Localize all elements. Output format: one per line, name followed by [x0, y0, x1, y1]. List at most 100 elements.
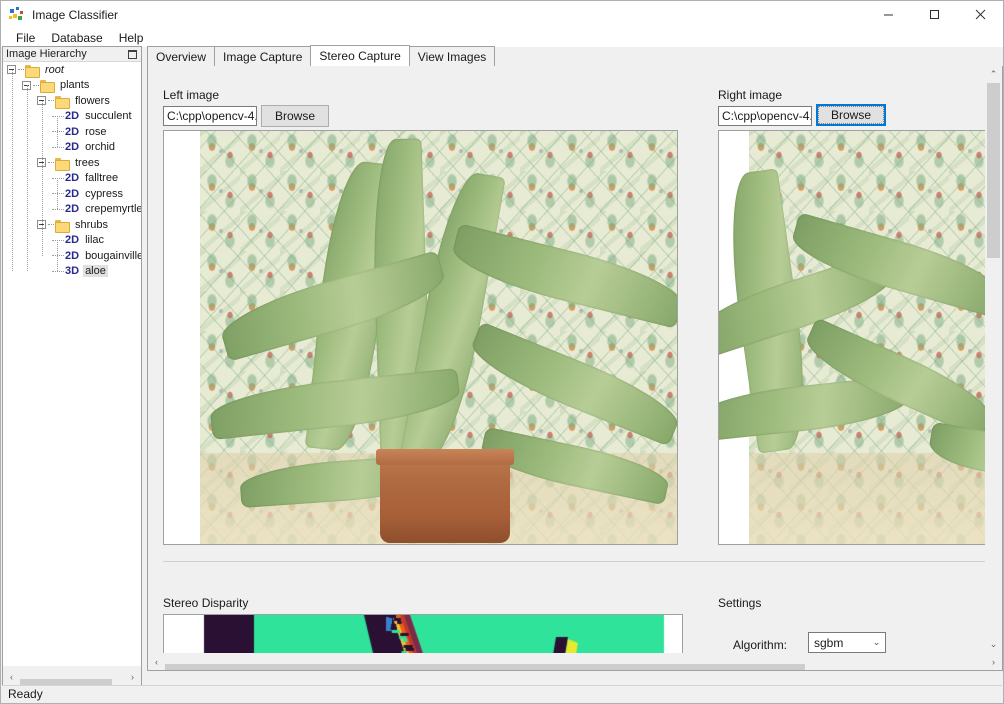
tree-node-shrubs[interactable]: shrubs [3, 217, 141, 233]
tree-node-label: shrubs [75, 218, 109, 231]
tree-connector [52, 146, 64, 148]
settings-title: Settings [718, 596, 762, 610]
tree-node-succulent[interactable]: 2D succulent [3, 109, 141, 125]
pane-scroll-down-arrow[interactable]: ⌄ [985, 636, 1002, 653]
pane-scroll-up-arrow[interactable]: ⌃ [985, 66, 1002, 83]
tree-connector [52, 270, 64, 272]
tree-guide-line [57, 178, 58, 210]
tree-node-root[interactable]: root [3, 62, 141, 78]
tree-connector [52, 239, 64, 241]
status-bar: Ready [2, 685, 1002, 702]
tree-connector [52, 208, 64, 210]
left-image-label: Left image [163, 88, 220, 102]
tree-connector [48, 100, 54, 102]
tree-node-label: orchid [85, 141, 116, 154]
left-image-path-input[interactable]: C:\cpp\opencv-4.5 [163, 106, 257, 126]
pane-scroll-right-arrow[interactable]: › [985, 653, 1002, 670]
pane-vscroll-thumb[interactable] [987, 83, 1000, 258]
window-controls [865, 1, 1003, 28]
tree-guide-line [57, 116, 58, 148]
algorithm-label: Algorithm: [733, 638, 788, 652]
dimension-badge: 2D [65, 110, 80, 123]
tree-node-label: plants [60, 79, 90, 92]
tab-image-capture[interactable]: Image Capture [214, 46, 312, 66]
pane-scroll-left-arrow[interactable]: ‹ [148, 653, 165, 670]
tree-connector [52, 115, 64, 117]
chevron-down-icon: ⌄ [872, 637, 881, 647]
tree-connector [52, 193, 64, 195]
tree-node-aloe[interactable]: 3D aloe [3, 264, 141, 280]
tree-horizontal-scrollbar[interactable]: ‹ › [3, 668, 141, 692]
application-window: Image Classifier File Database Help Imag… [0, 0, 1004, 704]
tree-node-plants[interactable]: plants [3, 78, 141, 94]
tree-connector [33, 84, 39, 86]
tree-node-label: cypress [85, 187, 123, 200]
folder-icon [25, 64, 40, 78]
menu-file[interactable]: File [8, 30, 43, 46]
tree-node-label: flowers [75, 94, 110, 107]
left-browse-button[interactable]: Browse [261, 105, 329, 127]
tab-stereo-capture[interactable]: Stereo Capture [310, 45, 410, 66]
tree-node-label: falltree [85, 172, 119, 185]
folder-icon [40, 79, 55, 94]
stereo-capture-pane: Left image C:\cpp\opencv-4.5 Browse Righ… [147, 66, 1003, 671]
hierarchy-tree[interactable]: root plants flowers 2D succulent 2D rose 2D orch… [3, 62, 141, 666]
algorithm-value: sgbm [814, 635, 844, 650]
tree-guide-line [57, 240, 58, 272]
dock-title: Image Hierarchy [6, 48, 87, 60]
pane-vertical-scrollbar[interactable]: ⌃ ⌄ [985, 66, 1002, 653]
dock-header: Image Hierarchy [3, 47, 141, 62]
tree-scroll-right-arrow[interactable]: › [124, 668, 141, 685]
dimension-badge: 2D [65, 125, 80, 138]
tree-node-cypress[interactable]: 2D cypress [3, 186, 141, 202]
folder-icon [55, 95, 70, 109]
tree-node-label: lilac [85, 234, 105, 247]
tree-node-flowers[interactable]: flowers [3, 93, 141, 109]
tree-node-crepemyrtle[interactable]: 2D crepemyrtle [3, 202, 141, 218]
pane-hscroll-thumb[interactable] [165, 663, 805, 670]
tree-guide-line [27, 85, 28, 272]
tree-connector [48, 162, 54, 164]
tree-node-orchid[interactable]: 2D orchid [3, 140, 141, 156]
pane-vscroll-track[interactable] [985, 83, 1002, 636]
tree-scroll-left-arrow[interactable]: ‹ [3, 668, 20, 685]
left-image-photo [200, 131, 677, 544]
dimension-badge: 2D [65, 141, 80, 154]
tree-guide-line [12, 69, 13, 272]
app-classifier-icon [9, 6, 25, 23]
pane-horizontal-scrollbar[interactable]: ‹ › [148, 653, 1002, 670]
menu-help[interactable]: Help [111, 30, 152, 46]
tree-node-lilac[interactable]: 2D lilac [3, 233, 141, 249]
tab-strip: Overview Image Capture Stereo Capture Vi… [147, 45, 1003, 67]
dimension-badge: 2D [65, 203, 80, 216]
tab-view-images[interactable]: View Images [408, 46, 496, 66]
tree-node-label: crepemyrtle [85, 203, 141, 216]
right-image-preview[interactable] [718, 130, 986, 545]
maximize-button[interactable] [911, 1, 957, 28]
stereo-disparity-label: Stereo Disparity [163, 596, 249, 610]
dimension-badge: 2D [65, 234, 80, 247]
close-button[interactable] [957, 1, 1003, 28]
right-browse-label: Browse [818, 106, 884, 124]
left-image-preview[interactable] [163, 130, 678, 545]
window-title: Image Classifier [32, 7, 119, 22]
right-image-path-input[interactable]: C:\cpp\opencv-4.5 [718, 106, 812, 126]
tree-node-label: rose [85, 125, 107, 138]
algorithm-select[interactable]: sgbm ⌄ [808, 632, 886, 653]
tree-node-trees[interactable]: trees [3, 155, 141, 171]
tree-node-rose[interactable]: 2D rose [3, 124, 141, 140]
tree-node-falltree[interactable]: 2D falltree [3, 171, 141, 187]
float-dock-icon[interactable] [128, 49, 137, 59]
tree-node-label: root [45, 63, 64, 76]
menu-database[interactable]: Database [43, 30, 110, 46]
tree-node-bougainvillea[interactable]: 2D bougainvillea [3, 248, 141, 264]
minimize-button[interactable] [865, 1, 911, 28]
right-browse-button[interactable]: Browse [816, 104, 886, 126]
tree-node-label: aloe [83, 265, 108, 278]
section-divider [163, 561, 986, 562]
right-image-label: Right image [718, 88, 783, 102]
dimension-badge: 2D [65, 172, 80, 185]
tab-overview[interactable]: Overview [147, 46, 216, 66]
tree-connector [52, 131, 64, 133]
dimension-badge: 2D [65, 187, 80, 200]
